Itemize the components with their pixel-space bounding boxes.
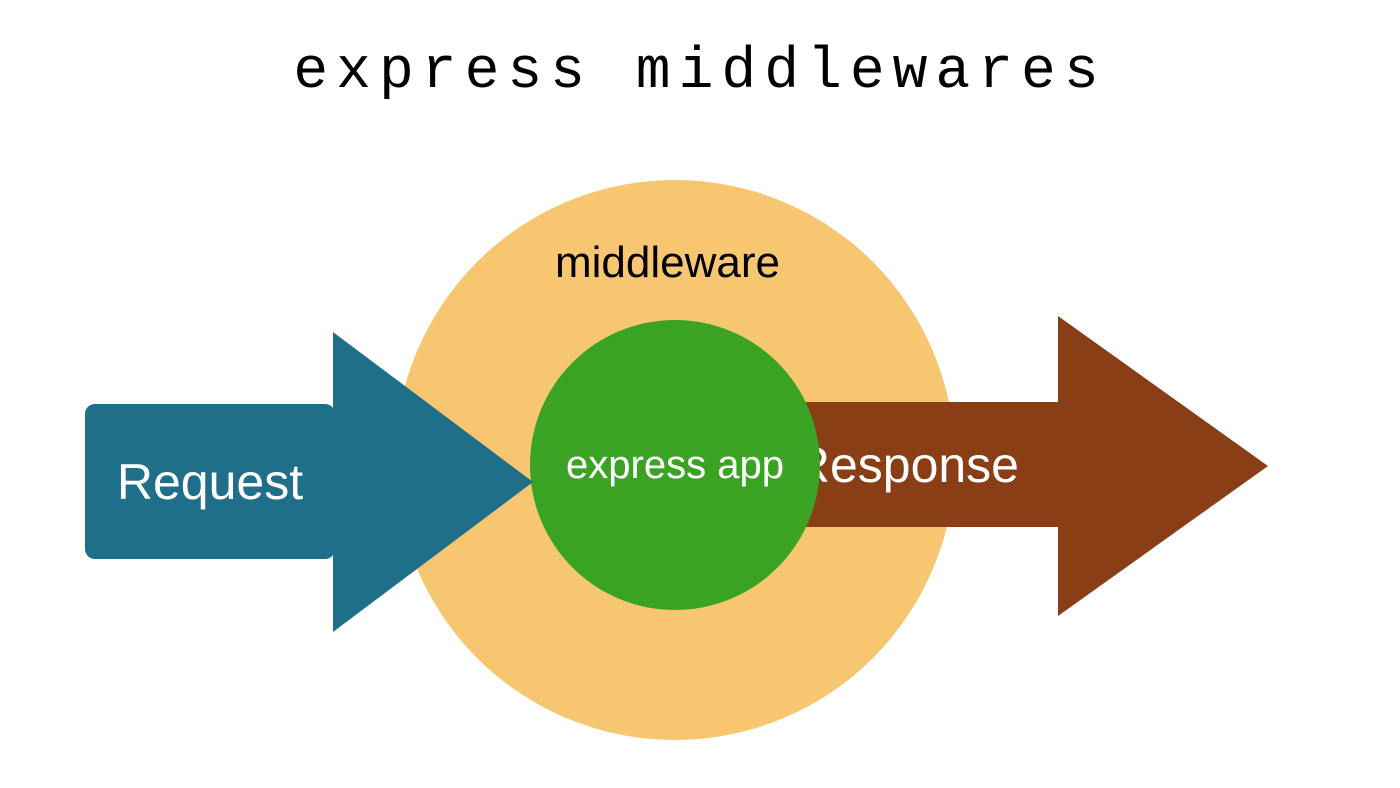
express-app-circle: express app	[530, 320, 820, 610]
request-arrow: Request	[85, 404, 515, 704]
diagram-container: Response express app middleware Request	[0, 170, 1400, 770]
response-arrow-head-icon	[1058, 316, 1268, 616]
express-app-label: express app	[566, 443, 784, 488]
request-label: Request	[117, 453, 303, 511]
response-label: Response	[794, 436, 1019, 494]
request-arrow-body: Request	[85, 404, 335, 559]
middleware-label: middleware	[555, 238, 780, 288]
diagram-title: express middlewares	[0, 40, 1400, 105]
request-arrow-head-icon	[333, 332, 533, 632]
